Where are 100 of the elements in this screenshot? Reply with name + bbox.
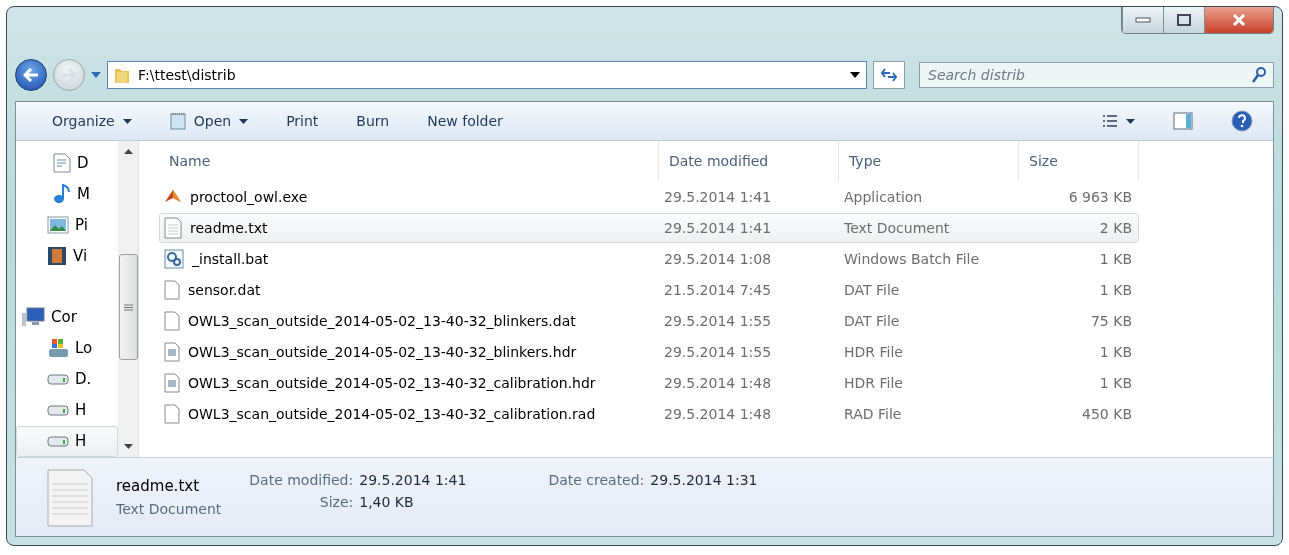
grip-icon	[123, 303, 133, 311]
name-cell: readme.txt	[160, 214, 660, 242]
dropdown-icon[interactable]	[850, 72, 860, 78]
caret-icon	[122, 118, 132, 124]
document-icon	[164, 373, 180, 393]
file-row[interactable]: OWL3_scan_outside_2014-05-02_13-40-32_calibration.hdr 29.5.2014 1:48 HDR File 1 KB	[159, 368, 1139, 398]
size-cell-text: 1 KB	[1098, 374, 1133, 393]
file-row[interactable]: readme.txt 29.5.2014 1:41 Text Document 2 KB	[159, 213, 1139, 243]
address-path: F:\ttest\distrib	[138, 67, 236, 83]
nav-item[interactable]: Pi	[16, 209, 118, 241]
toolbar-button[interactable]: New folder	[419, 109, 511, 133]
name-cell: OWL3_scan_outside_2014-05-02_13-40-32_blinkers.dat	[160, 307, 660, 335]
name-cell: OWL3_scan_outside_2014-05-02_13-40-32_calibration.hdr	[160, 369, 660, 397]
document-icon	[164, 342, 180, 362]
back-button[interactable]	[15, 59, 47, 91]
detail-label: Date modified:	[249, 472, 354, 488]
detail-value: 1,40 KB	[359, 494, 415, 510]
drive-icon	[47, 373, 69, 386]
date-cell-text: 29.5.2014 1:41	[663, 188, 773, 207]
name-cell: sensor.dat	[160, 276, 660, 304]
film-icon	[47, 245, 67, 266]
name-cell: OWL3_scan_outside_2014-05-02_13-40-32_blinkers.hdr	[160, 338, 660, 366]
type-cell-text: RAD File	[843, 405, 903, 424]
notepad-icon	[169, 112, 186, 130]
blank-file-icon	[164, 280, 180, 300]
maximize-button[interactable]	[1163, 7, 1204, 33]
nav-item[interactable]: D	[16, 147, 118, 179]
size-cell-text: 2 KB	[1098, 219, 1133, 238]
toolbar-button[interactable]: Burn	[348, 109, 398, 133]
drive-icon	[47, 435, 69, 448]
size-cell-text: 1 KB	[1098, 250, 1133, 269]
file-row[interactable]: OWL3_scan_outside_2014-05-02_13-40-32_blinkers.hdr 29.5.2014 1:55 HDR File 1 KB	[159, 337, 1139, 367]
gears-file-icon	[164, 249, 184, 269]
detail-value: 29.5.2014 1:41	[359, 472, 467, 488]
date-cell-text: 29.5.2014 1:41	[663, 219, 773, 238]
recent-pages-icon[interactable]	[91, 72, 101, 78]
size-cell-text: 1 KB	[1098, 343, 1133, 362]
name-cell: _install.bat	[160, 245, 660, 273]
name-cell: proctool_owl.exe	[160, 183, 660, 211]
type-cell-text: DAT File	[843, 312, 901, 331]
refresh-icon	[880, 67, 898, 83]
file-row[interactable]: _install.bat 29.5.2014 1:08 Windows Batch File 1 KB	[159, 244, 1139, 274]
blank-file-icon	[164, 311, 180, 331]
file-name: readme.txt	[116, 477, 201, 495]
back-arrow-icon	[23, 68, 39, 82]
toolbar-button[interactable]: Print	[278, 109, 327, 133]
toolbar-button[interactable]: Open	[161, 108, 257, 134]
toolbar-button[interactable]: Organize	[44, 109, 140, 133]
system-drive-icon	[47, 338, 69, 359]
file-row[interactable]: OWL3_scan_outside_2014-05-02_13-40-32_blinkers.dat 29.5.2014 1:55 DAT File 75 KB	[159, 306, 1139, 336]
blank-file-icon	[164, 404, 180, 424]
details-view-icon	[1102, 114, 1118, 128]
detail-label: Size:	[318, 494, 354, 510]
type-cell-text: Text Document	[843, 219, 951, 238]
nav-item[interactable]: H	[16, 425, 118, 457]
type-cell-text: HDR File	[843, 374, 904, 393]
folder-icon	[114, 66, 130, 84]
name-cell: OWL3_scan_outside_2014-05-02_13-40-32_calibration.rad	[160, 400, 660, 428]
nav-item[interactable]: Vi	[16, 240, 118, 272]
drive-icon	[47, 404, 69, 417]
size-cell-text: 75 KB	[1089, 312, 1133, 331]
nav-item[interactable]: H	[16, 394, 118, 426]
date-cell-text: 29.5.2014 1:48	[663, 405, 773, 424]
file-row[interactable]: OWL3_scan_outside_2014-05-02_13-40-32_calibration.rad 29.5.2014 1:48 RAD File 450 KB	[159, 399, 1139, 429]
search-field[interactable]: Search distrib	[919, 62, 1274, 88]
text-file-icon	[46, 466, 94, 528]
nav-item[interactable]: Cor	[16, 301, 118, 333]
column-header[interactable]: Type	[839, 141, 1019, 181]
file-row[interactable]: proctool_owl.exe 29.5.2014 1:41 Application 6 963 KB	[159, 182, 1139, 212]
column-header[interactable]: Date modified	[659, 141, 839, 181]
detail-label: Date created:	[548, 472, 645, 488]
detail-value: 29.5.2014 1:31	[650, 472, 758, 488]
date-cell-text: 29.5.2014 1:55	[663, 343, 773, 362]
refresh-button[interactable]	[873, 61, 905, 89]
type-cell-text: Windows Batch File	[843, 250, 981, 269]
text-file-icon	[164, 217, 182, 239]
size-cell-text: 1 KB	[1098, 281, 1133, 300]
nav-item[interactable]: M	[16, 178, 118, 210]
file-type: Text Document	[116, 501, 222, 517]
date-cell-text: 29.5.2014 1:08	[663, 250, 773, 269]
scroll-up-icon	[123, 149, 133, 154]
nav-item[interactable]: D.	[16, 363, 118, 395]
scroll-down-icon	[123, 444, 133, 449]
address-bar[interactable]: F:\ttest\distrib	[107, 61, 867, 89]
column-header[interactable]: Size	[1019, 141, 1139, 181]
landscape-icon	[47, 215, 69, 234]
type-cell-text: DAT File	[843, 281, 901, 300]
nav-item[interactable]: Lo	[16, 332, 118, 364]
caret-icon	[1126, 118, 1135, 124]
music-note-icon	[53, 183, 71, 204]
date-cell-text: 29.5.2014 1:55	[663, 312, 773, 331]
document-icon	[53, 152, 71, 173]
column-header[interactable]: Name	[159, 141, 659, 181]
type-cell-text: HDR File	[843, 343, 904, 362]
forward-arrow-icon	[61, 68, 77, 82]
close-button[interactable]	[1204, 7, 1273, 33]
date-cell-text: 21.5.2014 7:45	[663, 281, 773, 300]
scrollbar[interactable]	[118, 141, 139, 457]
type-cell-text: Application	[843, 188, 924, 207]
file-row[interactable]: sensor.dat 21.5.2014 7:45 DAT File 1 KB	[159, 275, 1139, 305]
